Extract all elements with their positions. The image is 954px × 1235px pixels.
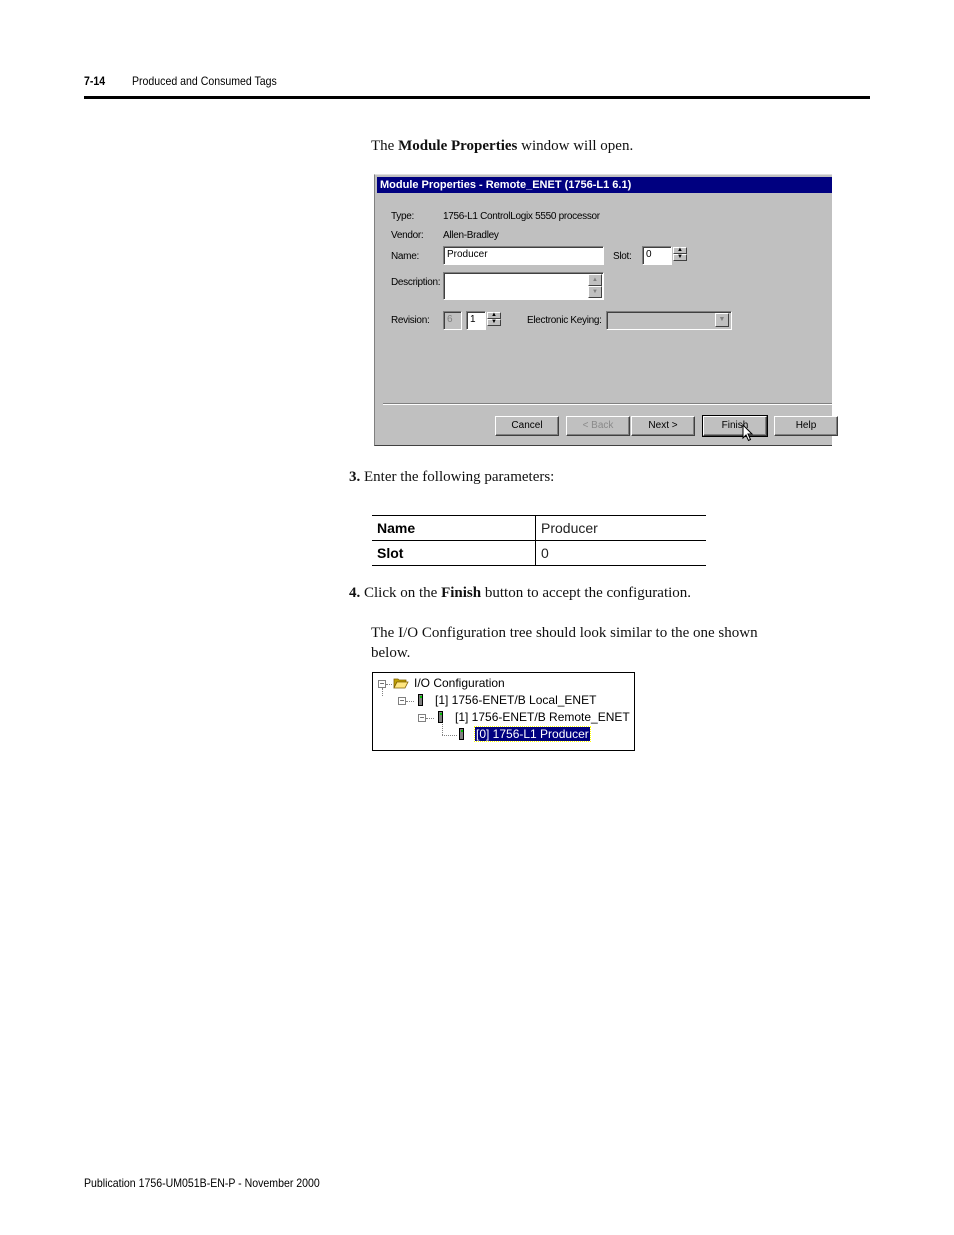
- tree-label: [1] 1756-ENET/B Remote_ENET: [455, 710, 630, 724]
- publication-footer: Publication 1756-UM051B-EN-P - November …: [84, 1176, 320, 1190]
- back-button[interactable]: < Back: [566, 416, 630, 436]
- tree-root[interactable]: I/O Configuration: [414, 675, 505, 691]
- name-field[interactable]: Producer: [443, 246, 604, 265]
- intro-prefix: The: [371, 138, 399, 154]
- tree-label: [1] 1756-ENET/B Local_ENET: [435, 693, 597, 707]
- vendor-value: Allen-Bradley: [443, 230, 499, 241]
- electronic-keying-select[interactable]: [606, 311, 732, 330]
- tree-intro-line-1: The I/O Configuration tree should look s…: [371, 625, 758, 641]
- scroll-down-icon[interactable]: ▼: [588, 286, 602, 298]
- intro-suffix: window will open.: [517, 138, 634, 154]
- module-icon: [438, 711, 443, 723]
- help-button[interactable]: Help: [774, 416, 838, 436]
- tree-node-producer[interactable]: [0] 1756-L1 Producer: [474, 726, 591, 742]
- intro-bold: Module Properties: [398, 138, 518, 154]
- collapse-icon[interactable]: −: [378, 680, 386, 688]
- description-scrollbar[interactable]: ▲ ▼: [588, 274, 602, 298]
- step-3-text: Enter the following parameters:: [364, 469, 555, 485]
- step-4-prefix: Click on the: [364, 585, 442, 601]
- param-key: Slot: [372, 540, 536, 566]
- name-label: Name:: [391, 251, 419, 262]
- revision-minor-field[interactable]: 1: [466, 311, 486, 330]
- vendor-label: Vendor:: [391, 230, 424, 241]
- slot-label: Slot:: [613, 251, 632, 262]
- collapse-icon[interactable]: −: [418, 714, 426, 722]
- button-separator: [383, 403, 832, 405]
- tree-intro-paragraph: The I/O Configuration tree should look s…: [371, 623, 861, 663]
- collapse-icon[interactable]: −: [398, 697, 406, 705]
- tree-connector: [442, 735, 457, 736]
- next-button[interactable]: Next >: [631, 416, 695, 436]
- spin-down-icon[interactable]: ▼: [673, 254, 687, 261]
- step-3-number: 3.: [349, 469, 361, 485]
- open-folder-icon: [393, 678, 409, 689]
- module-properties-dialog: Module Properties - Remote_ENET (1756-L1…: [374, 174, 838, 446]
- parameters-table: Name Producer Slot 0: [372, 515, 706, 566]
- page-number: 7-14: [84, 74, 106, 88]
- step-4: 4. Click on the Finish button to accept …: [349, 583, 691, 603]
- revision-label: Revision:: [391, 315, 430, 326]
- tree-connector: [426, 718, 434, 719]
- type-value: 1756-L1 ControlLogix 5550 processor: [443, 211, 600, 222]
- tree-connector: [406, 701, 414, 702]
- step-4-suffix: button to accept the configuration.: [481, 585, 692, 601]
- param-key: Name: [372, 515, 536, 541]
- running-head: Produced and Consumed Tags: [132, 74, 277, 88]
- module-icon: [418, 694, 423, 706]
- type-label: Type:: [391, 211, 414, 222]
- step-3: 3. Enter the following parameters:: [349, 467, 554, 487]
- spin-up-icon[interactable]: ▲: [487, 312, 501, 319]
- tree-connector: [386, 684, 392, 685]
- dialog-titlebar: Module Properties - Remote_ENET (1756-L1…: [377, 177, 832, 193]
- io-configuration-tree: − I/O Configuration − [1] 1756-ENET/B Lo…: [372, 672, 635, 751]
- mouse-cursor-icon: [742, 424, 754, 442]
- param-value: Producer: [535, 515, 706, 541]
- revision-spinner[interactable]: ▲ ▼: [487, 312, 501, 326]
- tree-node-remote-enet[interactable]: [1] 1756-ENET/B Remote_ENET: [455, 709, 630, 725]
- tree-connector: [382, 688, 383, 696]
- tree-label-selected: [0] 1756-L1 Producer: [474, 726, 591, 742]
- tree-label: I/O Configuration: [414, 676, 505, 690]
- dropdown-arrow-icon[interactable]: ▼: [715, 313, 729, 327]
- table-row: Name Producer: [372, 515, 706, 541]
- param-value: 0: [535, 540, 706, 566]
- module-icon: [459, 728, 464, 740]
- slot-field[interactable]: 0: [642, 246, 672, 265]
- spin-down-icon[interactable]: ▼: [487, 319, 501, 326]
- revision-major-field[interactable]: 6: [443, 311, 462, 330]
- cancel-button[interactable]: Cancel: [495, 416, 559, 436]
- step-4-bold: Finish: [441, 585, 482, 601]
- tree-connector: [442, 724, 443, 735]
- intro-paragraph: The Module Properties window will open.: [371, 136, 633, 156]
- tree-intro-line-2: below.: [371, 645, 411, 661]
- electronic-keying-label: Electronic Keying:: [527, 315, 602, 326]
- spin-up-icon[interactable]: ▲: [673, 247, 687, 254]
- finish-button[interactable]: Finish: [702, 415, 768, 437]
- tree-node-local-enet[interactable]: [1] 1756-ENET/B Local_ENET: [435, 692, 596, 708]
- step-4-number: 4.: [349, 585, 361, 601]
- slot-spinner[interactable]: ▲ ▼: [673, 247, 687, 261]
- description-label: Description:: [391, 277, 441, 288]
- description-field[interactable]: [443, 272, 604, 300]
- scroll-up-icon[interactable]: ▲: [588, 274, 602, 286]
- header-rule: [84, 96, 870, 99]
- table-row: Slot 0: [372, 540, 706, 566]
